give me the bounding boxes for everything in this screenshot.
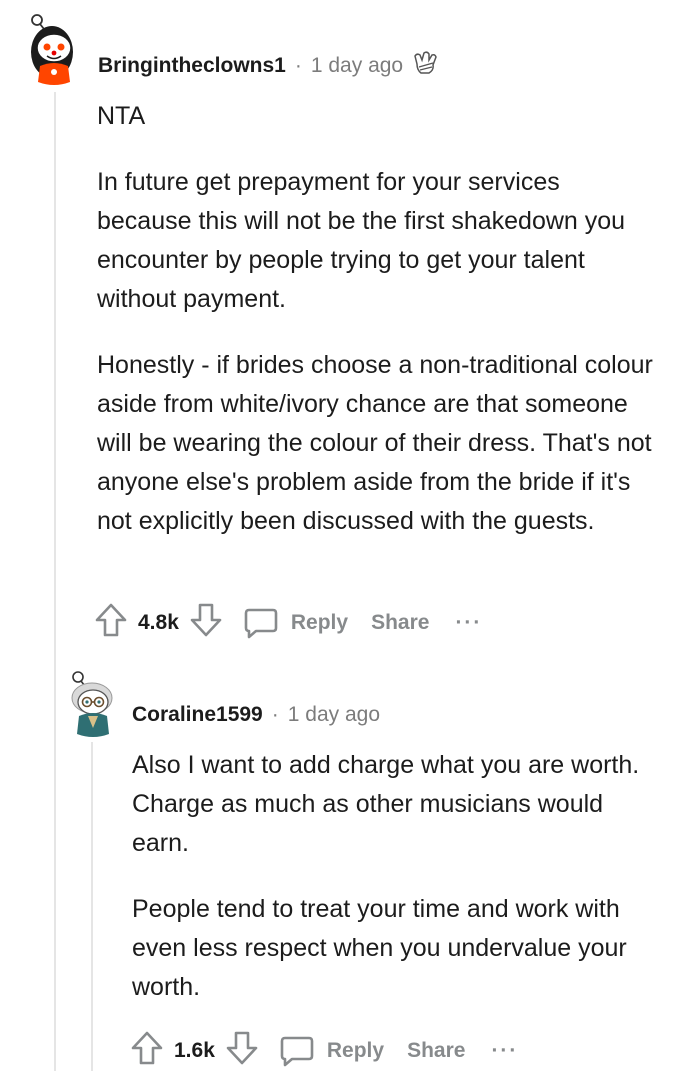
reply-label: Reply: [290, 611, 349, 634]
upvote-arrow-icon[interactable]: [94, 602, 128, 644]
speech-bubble-icon: [280, 1036, 314, 1067]
comment-meta: Coraline1599 · 1 day ago: [132, 703, 380, 727]
comment-actions: 4.8k Reply Share ···: [94, 602, 482, 644]
comment-body: NTA In future get prepayment for your se…: [97, 97, 657, 568]
meta-separator: ·: [271, 703, 279, 726]
reply-button[interactable]: Reply: [279, 1034, 384, 1068]
speech-bubble-icon: [244, 608, 278, 639]
comment-meta: Bringintheclowns1 · 1 day ago: [98, 50, 441, 82]
comment-paragraph: NTA: [97, 102, 146, 130]
avatar[interactable]: [64, 670, 120, 740]
timestamp[interactable]: 1 day ago: [311, 54, 403, 78]
share-button[interactable]: Share: [371, 611, 429, 635]
upvote-arrow-icon[interactable]: [130, 1030, 164, 1072]
share-button[interactable]: Share: [407, 1039, 465, 1063]
reply-button[interactable]: Reply: [243, 606, 348, 640]
more-dots-icon[interactable]: ···: [455, 611, 482, 635]
award-icon[interactable]: [411, 50, 441, 82]
comment-actions: 1.6k Reply Share ···: [130, 1030, 518, 1072]
comment-paragraph: People tend to treat your time and work …: [132, 895, 627, 1001]
snoo-avatar-icon: [71, 671, 113, 737]
username[interactable]: Bringintheclowns1: [98, 54, 286, 78]
thread-line-reply[interactable]: [91, 742, 93, 1071]
avatar[interactable]: [22, 12, 86, 88]
comment-body: Also I want to add charge what you are w…: [132, 746, 652, 1034]
vote-score: 1.6k: [174, 1039, 215, 1062]
meta-separator: ·: [294, 54, 302, 77]
comment-paragraph: Honestly - if brides choose a non-tradit…: [97, 351, 653, 535]
snoo-avatar-icon: [31, 14, 73, 85]
comment-paragraph: In future get prepayment for your servic…: [97, 168, 626, 313]
timestamp[interactable]: 1 day ago: [288, 703, 380, 727]
username[interactable]: Coraline1599: [132, 703, 263, 727]
downvote-arrow-icon[interactable]: [225, 1030, 259, 1072]
more-dots-icon[interactable]: ···: [491, 1039, 518, 1063]
reply-label: Reply: [326, 1039, 385, 1062]
comment-paragraph: Also I want to add charge what you are w…: [132, 751, 640, 857]
vote-score: 4.8k: [138, 611, 179, 634]
downvote-arrow-icon[interactable]: [189, 602, 223, 644]
thread-line-top[interactable]: [54, 92, 56, 1071]
